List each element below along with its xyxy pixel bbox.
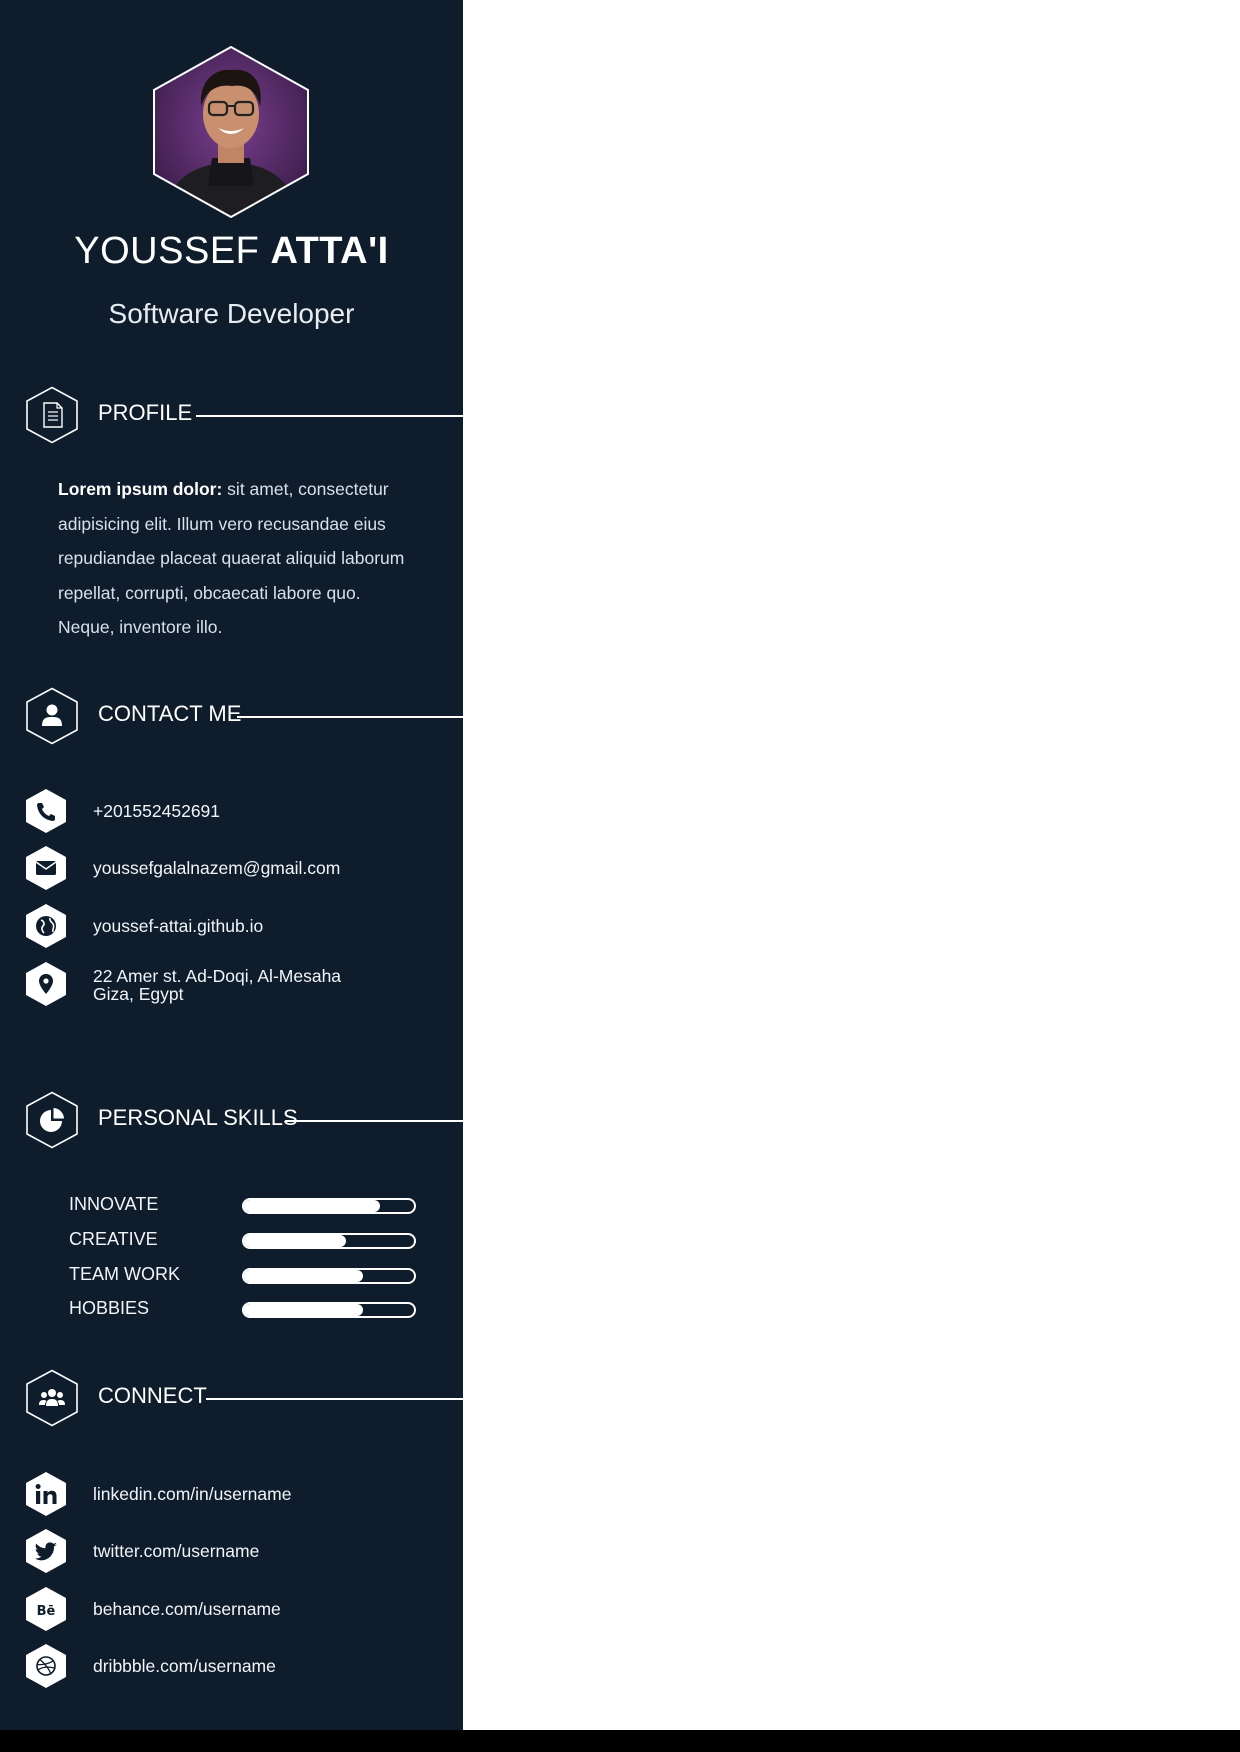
behance-text: behance.com/username xyxy=(93,1599,281,1619)
first-name: YOUSSEF xyxy=(74,230,260,272)
skills-heading: PERSONAL SKILLS xyxy=(98,1105,298,1130)
profile-text: Lorem ipsum dolor: sit amet, consectetur… xyxy=(58,472,408,645)
linkedin-text: linkedin.com/in/username xyxy=(93,1484,292,1504)
skills-section-header: PERSONAL SKILLS xyxy=(25,1091,463,1149)
skill-bar xyxy=(242,1302,416,1318)
pie-chart-icon xyxy=(26,1091,78,1149)
people-icon xyxy=(26,1369,78,1427)
envelope-icon xyxy=(26,846,66,890)
last-name: ATTA'I xyxy=(270,230,389,272)
email-text: youssefgalalnazem@gmail.com xyxy=(93,858,341,878)
profile-body: sit amet, consectetur adipisicing elit. … xyxy=(58,479,405,637)
dribbble-icon xyxy=(26,1644,66,1688)
person-role: Software Developer xyxy=(108,298,355,329)
document-icon xyxy=(26,386,78,444)
phone-text: +201552452691 xyxy=(93,801,221,821)
connect-heading: CONNECT xyxy=(98,1383,207,1408)
globe-icon xyxy=(26,904,66,948)
skill-bar xyxy=(242,1198,416,1214)
skills-divider xyxy=(285,1120,463,1122)
skill-bar-fill xyxy=(244,1200,380,1212)
user-icon xyxy=(26,687,78,745)
twitter-icon xyxy=(26,1529,66,1573)
skill-label: INNOVATE xyxy=(69,1194,159,1214)
twitter-text: twitter.com/username xyxy=(93,1541,260,1561)
contact-section-header: CONTACT ME xyxy=(25,687,463,745)
skill-bar xyxy=(242,1268,416,1284)
contact-divider xyxy=(237,716,463,718)
map-pin-icon xyxy=(26,962,66,1006)
address-line-2: Giza, Egypt xyxy=(93,984,184,1004)
phone-icon xyxy=(26,789,66,833)
person-name: YOUSSEF ATTA'I xyxy=(0,230,463,273)
skill-bar-fill xyxy=(244,1304,363,1316)
website-text: youssef-attai.github.io xyxy=(93,916,264,936)
connect-divider xyxy=(206,1398,463,1400)
skill-bar-fill xyxy=(244,1270,363,1282)
profile-heading: PROFILE xyxy=(98,400,193,425)
profile-section-header: PROFILE xyxy=(25,386,463,444)
svg-text:Bē: Bē xyxy=(37,1604,56,1619)
skill-bar-fill xyxy=(244,1235,346,1247)
skill-label: CREATIVE xyxy=(69,1229,158,1249)
connect-section-header: CONNECT xyxy=(25,1369,463,1427)
dribbble-text: dribbble.com/username xyxy=(93,1656,276,1676)
skill-label: HOBBIES xyxy=(69,1298,150,1318)
behance-icon: Bē xyxy=(26,1587,66,1631)
contact-heading: CONTACT ME xyxy=(98,701,242,726)
linkedin-icon xyxy=(26,1472,66,1516)
skill-bar xyxy=(242,1233,416,1249)
address-line-1: 22 Amer st. Ad-Doqi, Al-Mesaha xyxy=(93,966,342,986)
skill-label: TEAM WORK xyxy=(69,1264,180,1284)
resume-sidebar: YOUSSEF ATTA'I Software Developer PROFIL… xyxy=(0,0,463,1730)
avatar xyxy=(152,45,310,219)
address-text: 22 Amer st. Ad-Doqi, Al-Mesaha Giza, Egyp… xyxy=(93,967,341,1003)
profile-lead: Lorem ipsum dolor: xyxy=(58,479,223,499)
profile-divider xyxy=(196,415,463,417)
